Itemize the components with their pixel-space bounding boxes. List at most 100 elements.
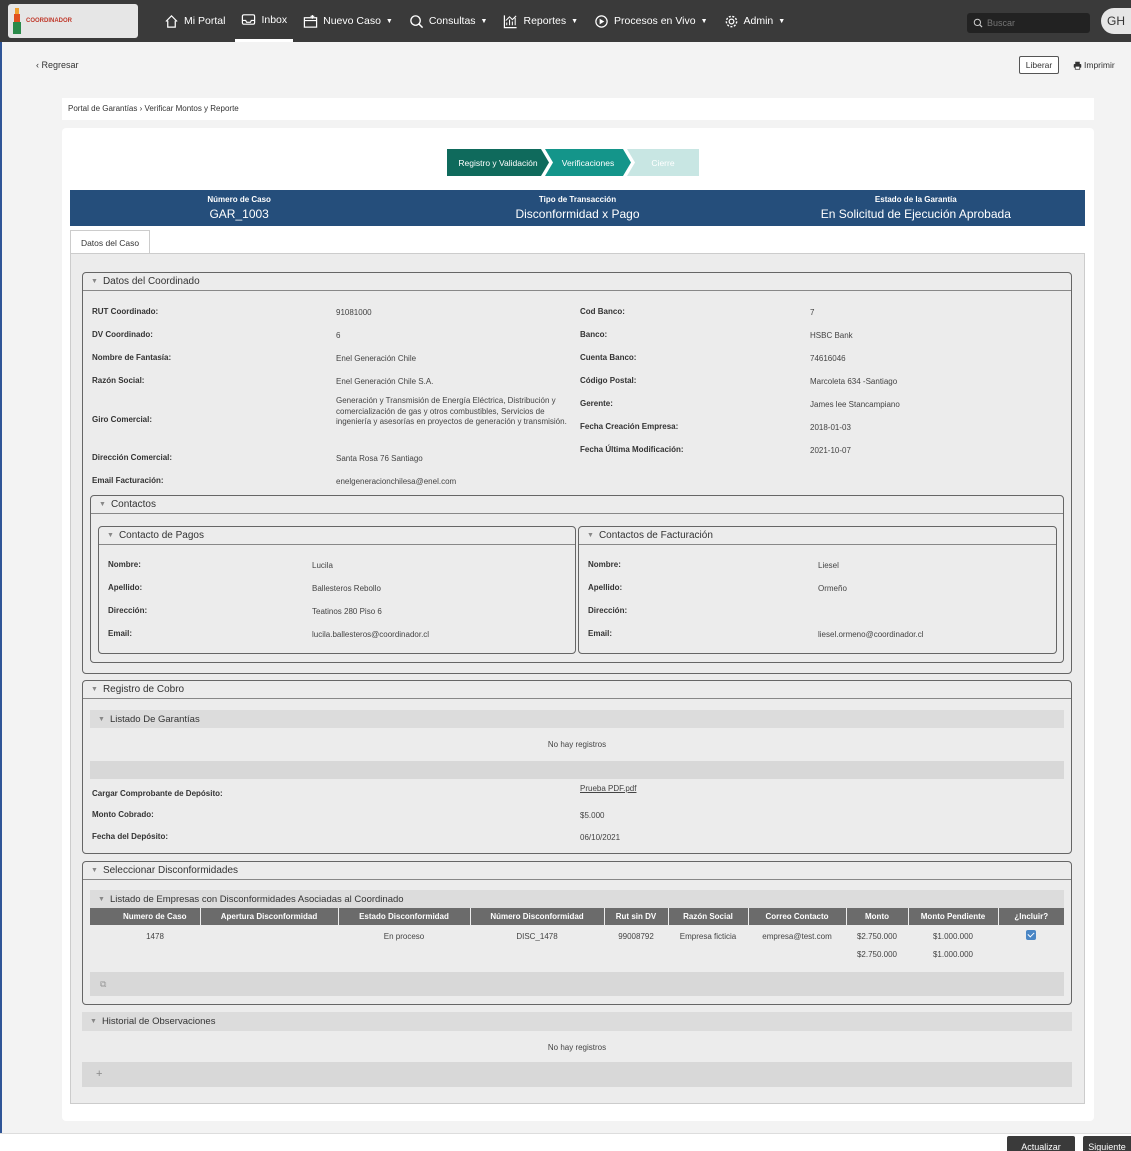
subsection-title: Listado de Empresas con Disconformidades…: [109, 893, 404, 905]
historial-header[interactable]: ▼ Historial de Observaciones: [82, 1012, 1072, 1031]
panel-title: Contacto de Pagos: [118, 530, 204, 541]
liberar-button[interactable]: Liberar: [1019, 56, 1059, 74]
actualizar-button[interactable]: Actualizar: [1007, 1136, 1075, 1151]
col-numero-disconf[interactable]: Número Disconformidad: [470, 908, 605, 925]
chevron-down-icon: ▼: [107, 532, 114, 539]
add-observation-button[interactable]: +: [96, 1068, 102, 1080]
razon-social-value: Enel Generación Chile S.A.: [336, 377, 434, 386]
direccion-value: Santa Rosa 76 Santiago: [336, 454, 423, 463]
total-monto: $2.750.000: [856, 949, 898, 959]
section-title: Registro de Cobro: [102, 684, 185, 695]
col-incluir[interactable]: ¿Incluir?: [998, 908, 1064, 925]
comprobante-file-link[interactable]: Prueba PDF.pdf: [580, 784, 636, 793]
chevron-down-icon: ▼: [587, 532, 594, 539]
nav-label: Inbox: [261, 13, 288, 26]
print-button[interactable]: Imprimir: [1073, 60, 1115, 70]
logo-mark-icon: [13, 8, 21, 34]
pagos-email-label: Email:: [108, 629, 133, 638]
printer-icon: [1073, 61, 1082, 70]
table-footer: [90, 761, 1064, 779]
tab-datos-del-caso[interactable]: Datos del Caso: [70, 230, 150, 254]
cod-banco-label: Cod Banco:: [580, 307, 625, 316]
col-monto[interactable]: Monto: [846, 908, 909, 925]
step-verificaciones[interactable]: Verificaciones: [545, 149, 631, 176]
monto-cobrado-label: Monto Cobrado:: [92, 810, 154, 819]
cell-apertura: [200, 925, 338, 947]
fecha-creacion-label: Fecha Creación Empresa:: [580, 422, 679, 431]
back-button[interactable]: ‹ Regresar: [36, 60, 79, 70]
banco-value: HSBC Bank: [810, 331, 853, 340]
export-icon[interactable]: ⧉: [100, 979, 106, 990]
nav-consultas[interactable]: Consultas ▼: [403, 0, 494, 42]
nav-procesos-en-vivo[interactable]: Procesos en Vivo ▼: [588, 0, 713, 42]
col-monto-pendiente[interactable]: Monto Pendiente: [908, 908, 999, 925]
panel-title: Contactos de Facturación: [598, 530, 713, 541]
fecha-modificacion-label: Fecha Última Modificación:: [580, 445, 684, 454]
section-title: Contactos: [110, 499, 156, 510]
chevron-down-icon: ▼: [98, 895, 105, 903]
contacto-facturacion-header[interactable]: ▼ Contactos de Facturación: [579, 527, 1056, 545]
nav-label: Mi Portal: [184, 15, 226, 27]
registro-cobro-header[interactable]: ▼ Registro de Cobro: [83, 681, 1071, 699]
table-row[interactable]: 1478 En proceso DISC_1478 99008792 Empre…: [110, 925, 1064, 947]
top-nav: COORDINADOR Mi Portal Inbox Nuevo Caso ▼…: [0, 0, 1131, 42]
cell-estado: En proceso: [383, 931, 425, 941]
banco-label: Banco:: [580, 330, 608, 339]
contacto-pagos-header[interactable]: ▼ Contacto de Pagos: [99, 527, 575, 545]
back-label: Regresar: [41, 60, 79, 70]
nav-mi-portal[interactable]: Mi Portal: [158, 0, 231, 42]
chevron-down-icon: ▼: [90, 1018, 97, 1025]
listado-garantias-header[interactable]: ▼ Listado De Garantías: [90, 710, 1064, 728]
caret-down-icon: ▼: [700, 17, 708, 25]
search-input[interactable]: [987, 18, 1077, 28]
section-title: Seleccionar Disconformidades: [102, 865, 239, 876]
coordinado-section-header[interactable]: ▼ Datos del Coordinado: [83, 273, 1071, 291]
step-cierre[interactable]: Cierre: [627, 149, 699, 176]
table-header-spacer: [90, 908, 110, 925]
nav-label: Reportes: [523, 15, 567, 27]
cell-rut: 99008792: [618, 931, 654, 941]
step-registro[interactable]: Registro y Validación: [447, 149, 549, 176]
siguiente-button[interactable]: Siguiente: [1083, 1136, 1131, 1151]
monto-cobrado-value: $5.000: [580, 811, 605, 820]
col-razon-social[interactable]: Razón Social: [668, 908, 749, 925]
col-estado[interactable]: Estado Disconformidad: [338, 908, 471, 925]
pagos-nombre-label: Nombre:: [108, 560, 141, 569]
transaction-type-value: Disconformidad x Pago: [515, 207, 640, 221]
fact-apellido-label: Apellido:: [588, 583, 623, 592]
search-box[interactable]: [967, 13, 1090, 33]
disconformidades-table: Numero de Caso Apertura Disconformidad E…: [110, 908, 1064, 961]
disconformidades-header[interactable]: ▼ Seleccionar Disconformidades: [83, 862, 1071, 880]
guarantee-status-value: En Solicitud de Ejecución Aprobada: [820, 207, 1011, 221]
cell-numero-caso: 1478: [146, 931, 164, 941]
progress-stepper: Registro y Validación Verificaciones Cie…: [447, 149, 699, 176]
col-correo[interactable]: Correo Contacto: [748, 908, 847, 925]
col-numero-caso[interactable]: Numero de Caso: [110, 908, 201, 925]
col-rut[interactable]: Rut sin DV: [604, 908, 669, 925]
nav-admin[interactable]: Admin ▼: [718, 0, 792, 42]
cod-banco-value: 7: [810, 308, 815, 317]
avatar[interactable]: GH: [1101, 8, 1131, 34]
codigo-postal-value: Marcoleta 634 -Santiago: [810, 377, 898, 386]
totals-row: $2.750.000 $1.000.000: [110, 947, 1064, 961]
razon-social-label: Razón Social:: [92, 376, 145, 385]
fantasia-label: Nombre de Fantasía:: [92, 353, 172, 362]
incluir-checkbox[interactable]: [1026, 930, 1036, 940]
caret-down-icon: ▼: [480, 17, 488, 25]
fecha-creacion-value: 2018-01-03: [810, 423, 851, 432]
logo[interactable]: COORDINADOR: [8, 4, 138, 38]
fact-nombre-label: Nombre:: [588, 560, 621, 569]
nav-reportes[interactable]: Reportes ▼: [497, 0, 584, 42]
listado-empresas-header[interactable]: ▼ Listado de Empresas con Disconformidad…: [90, 890, 1064, 908]
nav-inbox[interactable]: Inbox: [235, 0, 294, 42]
nav-nuevo-caso[interactable]: Nuevo Caso ▼: [297, 0, 399, 42]
chevron-down-icon: ▼: [91, 278, 98, 285]
search-icon: [973, 18, 983, 28]
rut-label: RUT Coordinado:: [92, 307, 159, 316]
pagos-apellido-value: Ballesteros Rebollo: [312, 584, 381, 593]
case-number: Número de Caso GAR_1003: [70, 190, 408, 226]
logo-text: COORDINADOR: [26, 18, 72, 24]
contactos-section-header[interactable]: ▼ Contactos: [91, 496, 1063, 514]
col-apertura[interactable]: Apertura Disconformidad: [200, 908, 339, 925]
gerente-value: James lee Stancampiano: [810, 400, 900, 409]
